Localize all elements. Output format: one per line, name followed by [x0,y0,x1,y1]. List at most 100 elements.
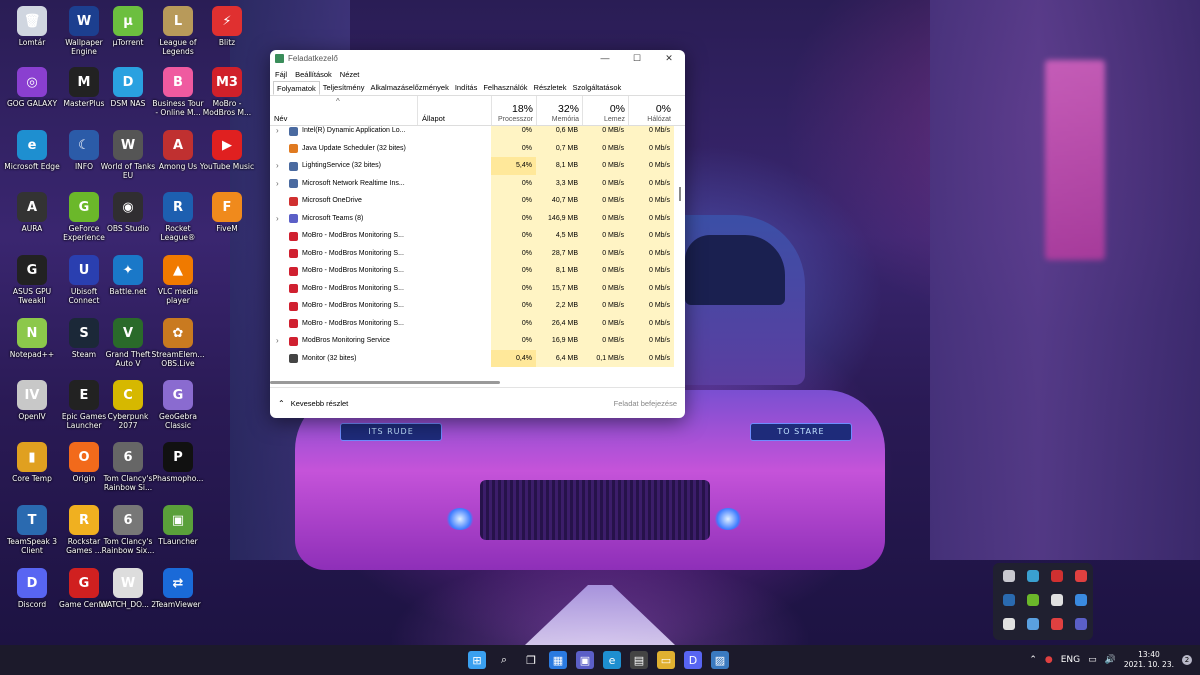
desktop-icon[interactable]: ✿ StreamElem... OBS.Live [150,318,206,368]
tray-icon-2[interactable] [1027,570,1039,582]
desktop-icon[interactable]: P Phasmopho... [150,442,206,483]
column-status-header[interactable]: Állapot [417,96,492,125]
task-manager-window[interactable]: Feladatkezelő — ☐ ✕ Fájl Beállítások Néz… [270,50,685,418]
expand-chevron-icon[interactable]: › [276,210,279,228]
menu-file[interactable]: Fájl [275,70,287,79]
desktop-icon[interactable]: W WATCH_DO... 2 [100,568,156,609]
desktop-icon[interactable]: ⇄ TeamViewer [150,568,206,609]
minimize-button[interactable]: — [589,53,621,64]
desktop-icon[interactable]: D Discord [4,568,60,609]
horizontal-scroll-thumb[interactable] [270,381,500,384]
process-row[interactable]: Monitor (32 bites) 0,4% 6,4 MB 0,1 MB/s 0 Mb… [270,349,676,367]
tray-icon-8[interactable] [1075,594,1087,606]
expand-chevron-icon[interactable]: › [276,332,279,350]
tab-processes[interactable]: Folyamatok [273,81,320,95]
photos-icon[interactable]: ▨ [711,651,729,669]
desktop-icon[interactable]: T TeamSpeak 3 Client [4,505,60,555]
desktop-icon[interactable]: IV OpenIV [4,380,60,421]
expand-chevron-icon[interactable]: › [276,126,279,140]
vertical-scroll-thumb[interactable] [679,187,681,201]
chat-icon[interactable]: ▣ [576,651,594,669]
desktop-icon[interactable]: ◎ GOG GALAXY [4,67,60,108]
column-name[interactable]: Név [274,114,287,123]
desktop-icon[interactable]: A Among Us [150,130,206,171]
column-memory-header[interactable]: 32% Memória [536,96,583,125]
desktop-icon[interactable]: W World of Tanks EU [100,130,156,180]
desktop-icon[interactable]: ◉ OBS Studio [100,192,156,233]
tab-app-history[interactable]: Alkalmazáselőzmények [367,81,451,95]
process-row[interactable]: Microsoft OneDrive 0% 40,7 MB 0 MB/s 0 Mb/s [270,192,676,210]
desktop-icon[interactable]: ⚡ Blitz [199,6,255,47]
desktop-icon[interactable]: ▮ Core Temp [4,442,60,483]
process-row[interactable]: › ModBros Monitoring Service 0% 16,9 MB 0 MB… [270,332,676,350]
menu-view[interactable]: Nézet [340,70,360,79]
discord-icon[interactable]: D [684,651,702,669]
expand-chevron-icon[interactable]: › [276,175,279,193]
mobro-tray-icon[interactable]: ● [1045,655,1053,665]
desktop-icon[interactable]: 6 Tom Clancy's Rainbow Si... [100,442,156,492]
tray-icon-6[interactable] [1027,594,1039,606]
column-network-header[interactable]: 0% Hálózat [628,96,675,125]
desktop-icon[interactable]: ▶ YouTube Music [199,130,255,171]
vertical-scrollbar[interactable] [679,187,683,418]
tray-icon-12[interactable] [1075,618,1087,630]
desktop-icon[interactable]: G GeoGebra Classic [150,380,206,430]
store-icon[interactable]: ▤ [630,651,648,669]
expand-chevron-icon[interactable]: › [276,157,279,175]
edge-icon[interactable]: e [603,651,621,669]
desktop-icon[interactable]: C Cyberpunk 2077 [100,380,156,430]
tab-startup[interactable]: Indítás [452,81,481,95]
desktop-icon[interactable]: L League of Legends [150,6,206,56]
process-row[interactable]: MoBro - ModBros Monitoring S... 0% 28,7 MB… [270,244,676,262]
task-view-icon[interactable]: ❐ [522,651,540,669]
tray-icon-1[interactable] [1003,570,1015,582]
tab-users[interactable]: Felhasználók [480,81,530,95]
clock[interactable]: 13:40 2021. 10. 23. [1124,650,1174,670]
desktop-icon[interactable]: ▣ TLauncher [150,505,206,546]
tab-details[interactable]: Részletek [531,81,570,95]
language-indicator[interactable]: ENG [1061,655,1080,665]
desktop-icon[interactable]: 🗑 Lomtár [4,6,60,47]
tray-icon-11[interactable] [1051,618,1063,630]
desktop-icon[interactable]: M3 MoBro - ModBros M... [199,67,255,117]
close-button[interactable]: ✕ [653,53,685,64]
tab-performance[interactable]: Teljesítmény [320,81,368,95]
process-row[interactable]: › Microsoft Teams (8) 0% 146,9 MB 0 MB/s 0 Mb… [270,209,676,228]
desktop-icon[interactable]: µ µTorrent [100,6,156,47]
process-row[interactable]: MoBro - ModBros Monitoring S... 0% 8,1 MB 0… [270,262,676,280]
desktop-icon[interactable]: e Microsoft Edge [4,130,60,171]
tray-icon-10[interactable] [1027,618,1039,630]
tray-icon-4[interactable] [1075,570,1087,582]
process-row[interactable]: MoBro - ModBros Monitoring S... 0% 4,5 MB 0… [270,227,676,245]
desktop-icon[interactable]: N Notepad++ [4,318,60,359]
process-row[interactable]: MoBro - ModBros Monitoring S... 0% 15,7 MB… [270,279,676,297]
column-cpu-header[interactable]: 18% Processzor [491,96,537,125]
desktop-icon[interactable]: 6 Tom Clancy's Rainbow Six... [100,505,156,555]
desktop-icon[interactable]: B Business Tour - Online M... [150,67,206,117]
volume-icon[interactable]: 🔊 [1105,655,1116,665]
chevron-up-icon[interactable]: ⌃ [1029,655,1037,665]
process-row[interactable]: › Intel(R) Dynamic Application Lo... 0% 0,6… [270,126,676,140]
fewer-details-button[interactable]: ⌃ Kevesebb részlet [278,399,348,408]
title-bar[interactable]: Feladatkezelő — ☐ ✕ [270,50,685,67]
widgets-icon[interactable]: ▦ [549,651,567,669]
process-row[interactable]: MoBro - ModBros Monitoring S... 0% 26,4 MB… [270,314,676,332]
desktop-icon[interactable]: G ASUS GPU Tweakll [4,255,60,305]
desktop-icon[interactable]: R Rocket League® [150,192,206,242]
maximize-button[interactable]: ☐ [621,53,653,64]
tray-icon-5[interactable] [1003,594,1015,606]
file-explorer-icon[interactable]: ▭ [657,651,675,669]
end-task-button[interactable]: Feladat befejezése [614,399,677,408]
notification-badge[interactable]: 2 [1182,655,1192,665]
monitor-icon[interactable]: ▭ [1088,655,1097,665]
desktop-icon[interactable]: F FiveM [199,192,255,233]
desktop-icon[interactable]: ✦ Battle.net [100,255,156,296]
tray-icon-9[interactable] [1003,618,1015,630]
search-icon[interactable]: ⌕ [495,651,513,669]
process-row[interactable]: MoBro - ModBros Monitoring S... 0% 2,2 MB 0… [270,297,676,315]
start-icon[interactable]: ⊞ [468,651,486,669]
process-row[interactable]: › Microsoft Network Realtime Ins... 0% 3,3 … [270,174,676,193]
desktop-icon[interactable]: ▲ VLC media player [150,255,206,305]
horizontal-scrollbar[interactable] [270,380,676,385]
tray-icon-7[interactable] [1051,594,1063,606]
